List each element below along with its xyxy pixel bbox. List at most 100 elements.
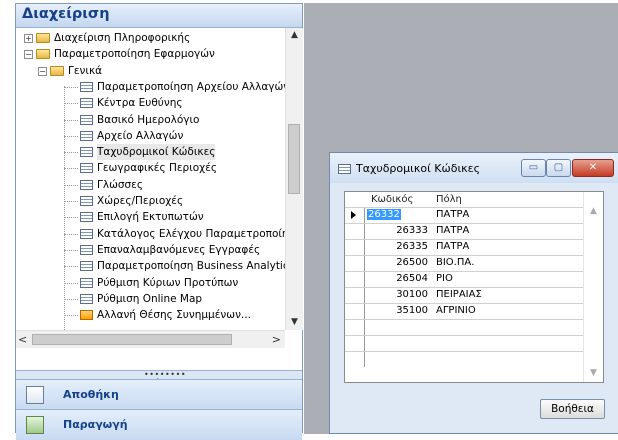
tree-connector [64,217,78,219]
cell-code[interactable]: 35100 [365,305,428,316]
cell-code[interactable]: 26335 [365,241,428,252]
collapse-icon[interactable]: − [24,50,33,60]
table-row[interactable]: 35100 ΑΓΡΙΝΙΟ [345,303,583,319]
cell-code[interactable]: 26500 [365,257,428,268]
window-title: Ταχυδρομικοί Κώδικες [356,162,481,175]
row-selector[interactable] [345,224,365,239]
tree-item[interactable]: − Παραμετροποίηση Εφαρμογών [16,46,286,62]
postal-codes-grid[interactable]: Κωδικός Πόλη ▲ ▼ 26332 ΠΑΤΡΑ 26333 ΠΑΤΡΑ 263… [344,191,604,383]
column-header-city[interactable]: Πόλη [436,194,462,205]
table-icon [80,147,93,158]
table-row[interactable]: 26333 ΠΑΤΡΑ [345,223,583,239]
collapse-icon[interactable]: − [38,66,47,76]
tree-item[interactable]: Ρύθμιση Online Map [16,291,286,307]
table-row[interactable]: 26504 ΡΙΟ [345,271,583,287]
cell-code[interactable]: 26333 [365,225,428,236]
table-icon [80,98,93,109]
tree-item-label: Ρύθμιση Online Map [97,292,203,305]
table-row[interactable] [345,335,583,351]
window-title-bar[interactable]: Ταχυδρομικοί Κώδικες ▭ ▢ ✕ [330,153,618,183]
tree-item-label: Κέντρα Ευθύνης [97,97,183,110]
scroll-down-icon[interactable]: ▼ [286,315,303,330]
tree-connector [64,103,78,105]
nav-header-title: Διαχείριση [22,6,110,22]
cell-city[interactable]: ΠΑΤΡΑ [436,209,469,220]
tree-item[interactable]: Βασικό Ημερολόγιο [16,112,286,128]
nav-button-production[interactable]: Παραγωγή [16,409,302,440]
cell-city[interactable]: ΒΙΟ.ΠΑ. [436,257,474,268]
form-icon [80,310,93,321]
row-selector[interactable] [345,240,365,255]
table-row[interactable] [345,319,583,335]
cell-city[interactable]: ΠΑΤΡΑ [436,241,469,252]
cell-city[interactable]: ΠΕΙΡΑΙΑΣ [436,289,482,300]
tree-item[interactable]: Ταχυδρομικοί Κώδικες [16,144,286,161]
tree-connector [64,184,78,186]
tree-vertical-scrollbar[interactable]: ▲ ▼ [285,28,303,330]
help-button[interactable]: Βοήθεια [540,399,605,419]
horizontal-scroll-thumb[interactable] [32,334,232,345]
cell-code[interactable]: 26332 [367,209,430,220]
grid-vertical-scrollbar[interactable]: ▲ ▼ [583,192,603,382]
current-row-arrow-icon [351,211,356,219]
cell-city[interactable]: ΠΑΤΡΑ [436,225,469,236]
row-selector[interactable] [345,320,365,335]
maximize-button[interactable]: ▢ [546,159,571,177]
scroll-thumb[interactable] [288,124,300,194]
expand-icon[interactable]: + [24,34,33,43]
row-selector[interactable] [345,208,365,223]
tree-item-label: Παραμετροποίηση Business Analytics [97,260,295,273]
tree-item[interactable]: Ρύθμιση Κύριων Προτύπων [16,275,286,291]
tree-item[interactable]: Επαναλαμβανόμενες Εγγραφές [16,242,286,258]
tree-item[interactable]: − Γενικά [16,63,286,79]
scroll-left-icon[interactable]: < [18,331,27,348]
tree-connector [64,86,78,88]
tree-item[interactable]: Αρχείο Αλλαγών [16,128,286,144]
scroll-down-icon[interactable]: ▼ [590,368,597,378]
tree-connector [64,266,78,268]
tree-item[interactable]: Γλώσσες [16,177,286,193]
cell-city[interactable]: ΡΙΟ [436,273,453,284]
table-row[interactable]: 26335 ΠΑΤΡΑ [345,239,583,255]
tree-item[interactable]: Αλλανή Θέσης Συνημμένων... [16,307,286,323]
tree-item[interactable]: + Διαχείριση Πληροφορικής [16,30,286,46]
cell-code[interactable]: 30100 [365,289,428,300]
row-selector[interactable] [345,288,365,303]
table-row[interactable]: 26332 ΠΑΤΡΑ [345,207,583,223]
scroll-up-icon[interactable]: ▲ [590,206,597,216]
nav-button-label: Αποθήκη [63,388,119,401]
scroll-right-icon[interactable]: > [272,331,281,348]
minimize-button[interactable]: ▭ [521,159,546,177]
row-selector[interactable] [345,304,365,319]
tree-item[interactable]: Κέντρα Ευθύνης [16,95,286,111]
cell-city[interactable]: ΑΓΡΙΝΙΟ [436,305,476,316]
table-row[interactable]: 30100 ΠΕΙΡΑΙΑΣ [345,287,583,303]
tree-connector [64,135,78,137]
table-icon [80,114,93,125]
selected-cell-text: 26332 [367,209,401,220]
table-row[interactable]: 26500 ΒΙΟ.ΠΑ. [345,255,583,271]
table-icon [80,293,93,304]
column-header-code[interactable]: Κωδικός [371,194,413,205]
tree-item[interactable]: Κατάλογος Ελέγχου Παραμετροποίησης [16,226,302,242]
tree-item-label: Επαναλαμβανόμενες Εγγραφές [97,243,261,256]
close-button[interactable]: ✕ [572,159,614,177]
tree-item[interactable]: Γεωγραφικές Περιοχές [16,160,286,176]
tree-item-label: Γεωγραφικές Περιοχές [97,162,218,175]
tree-item[interactable]: Παραμετροποίηση Business Analytics [16,258,294,274]
row-selector[interactable] [345,256,365,271]
tree-item-label: Παραμετροποίηση Εφαρμογών [54,48,215,61]
tree-horizontal-scrollbar[interactable]: < > [16,330,285,348]
nav-button-warehouse[interactable]: Αποθήκη [16,379,302,410]
row-selector[interactable] [345,272,365,287]
scroll-up-icon[interactable]: ▲ [286,28,303,43]
tree-item[interactable]: Επιλογή Εκτυπωτών [16,209,286,225]
tree-item[interactable]: Χώρες/Περιοχές [16,193,286,209]
nav-button-label: Παραγωγή [63,418,128,431]
table-row[interactable] [345,351,583,367]
tree-item[interactable]: Παραμετροποίηση Αρχείου Αλλαγών [16,79,289,95]
row-selector[interactable] [345,336,365,351]
cell-code[interactable]: 26504 [365,273,428,284]
row-selector[interactable] [345,352,365,367]
tree-connector [64,168,78,170]
